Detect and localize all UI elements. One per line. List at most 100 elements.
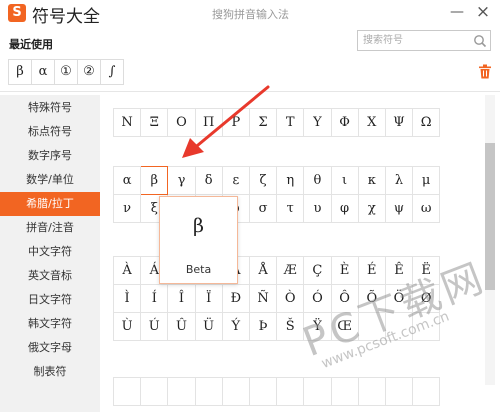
symbol-cell[interactable]: Ò (276, 284, 305, 313)
symbol-cell[interactable]: Τ (276, 108, 305, 137)
symbol-cell[interactable]: Ñ (248, 284, 278, 313)
symbol-cell[interactable] (221, 377, 250, 406)
symbol-cell[interactable]: ε (221, 166, 250, 195)
symbol-cell[interactable]: μ (412, 166, 441, 195)
symbol-preview-popup: β Beta (159, 196, 238, 284)
symbol-cell[interactable]: Ο (167, 108, 196, 137)
symbol-cell[interactable]: θ (303, 166, 332, 195)
symbol-cell[interactable]: Ω (412, 108, 441, 137)
symbol-cell[interactable]: Ψ (384, 108, 414, 137)
symbol-cell[interactable]: Π (194, 108, 223, 137)
symbol-cell[interactable] (194, 377, 223, 406)
minimize-button[interactable]: — (448, 3, 466, 21)
recent-symbol[interactable]: ① (54, 59, 78, 85)
symbol-cell[interactable]: γ (167, 166, 196, 195)
symbol-cell[interactable]: Σ (248, 108, 278, 137)
sidebar-item-box-drawing[interactable]: 制表符 (0, 360, 100, 384)
recent-symbol[interactable]: α (31, 59, 55, 85)
close-button[interactable]: × (474, 3, 492, 21)
symbol-cell[interactable]: ι (330, 166, 359, 195)
symbol-cell[interactable]: υ (303, 194, 332, 223)
symbol-cell[interactable] (112, 377, 142, 406)
trash-icon[interactable] (478, 64, 492, 79)
symbol-cell[interactable]: κ (357, 166, 386, 195)
symbol-cell[interactable]: Ü (194, 312, 223, 341)
symbol-cell[interactable]: Þ (248, 312, 278, 341)
symbol-cell[interactable]: Ú (140, 312, 169, 341)
latin-grid-next (112, 377, 441, 406)
symbol-cell[interactable]: Í (140, 284, 169, 313)
symbol-cell[interactable]: τ (276, 194, 305, 223)
preview-symbol: β (193, 215, 204, 237)
symbol-cell[interactable]: Ð (221, 284, 250, 313)
symbol-cell[interactable]: δ (194, 166, 223, 195)
search-icon[interactable] (473, 34, 487, 48)
symbol-cell[interactable]: Ç (303, 256, 332, 285)
symbol-cell[interactable]: ζ (248, 166, 278, 195)
ime-name: 搜狗拼音输入法 (212, 8, 289, 21)
symbol-cell[interactable] (384, 377, 414, 406)
symbol-cell[interactable]: Ì (112, 284, 142, 313)
sidebar-item-korean[interactable]: 韩文字符 (0, 312, 100, 336)
symbol-cell-selected[interactable]: β (140, 166, 169, 195)
symbol-cell[interactable] (140, 377, 169, 406)
app-title: 符号大全 (32, 7, 100, 27)
greek-upper-grid: Ν Ξ Ο Π Ρ Σ Τ Υ Φ Χ Ψ Ω (112, 108, 441, 137)
recent-symbol[interactable]: ∫ (100, 59, 124, 85)
symbol-cell[interactable]: χ (357, 194, 386, 223)
sogou-logo-icon: S (8, 4, 26, 22)
symbol-panel: Ν Ξ Ο Π Ρ Σ Τ Υ Φ Χ Ψ Ω α β γ δ ε ζ η θ … (100, 95, 485, 412)
symbol-cell[interactable]: ω (412, 194, 441, 223)
symbol-cell[interactable]: λ (384, 166, 414, 195)
symbol-cell[interactable]: α (112, 166, 142, 195)
recent-label: 最近使用 (9, 38, 53, 51)
search-input[interactable] (363, 33, 463, 48)
symbol-cell[interactable]: Ν (112, 108, 142, 137)
scrollbar-thumb[interactable] (485, 143, 495, 290)
symbol-cell[interactable]: Ý (221, 312, 250, 341)
sidebar-item-russian[interactable]: 俄文字母 (0, 336, 100, 360)
sidebar-item-pinyin[interactable]: 拼音/注音 (0, 216, 100, 240)
symbol-cell[interactable] (248, 377, 278, 406)
sidebar-item-greek-latin[interactable]: 希腊/拉丁 (0, 192, 100, 216)
symbol-cell[interactable] (330, 377, 359, 406)
symbol-cell[interactable]: Χ (357, 108, 386, 137)
symbol-cell[interactable] (303, 377, 332, 406)
title-bar: S 符号大全 搜狗拼音输入法 — × (0, 0, 500, 27)
symbol-cell[interactable]: È (330, 256, 359, 285)
recent-symbols: β α ① ② ∫ (8, 59, 124, 85)
symbol-cell[interactable]: σ (248, 194, 278, 223)
symbol-cell[interactable]: φ (330, 194, 359, 223)
symbol-cell[interactable]: Î (167, 284, 196, 313)
symbol-cell[interactable]: Û (167, 312, 196, 341)
symbol-cell[interactable]: Ξ (140, 108, 169, 137)
category-sidebar: 特殊符号 标点符号 数字序号 数学/单位 希腊/拉丁 拼音/注音 中文字符 英文… (0, 95, 100, 412)
symbol-cell[interactable]: Ρ (221, 108, 250, 137)
symbol-cell[interactable]: Æ (276, 256, 305, 285)
symbol-cell[interactable]: Φ (330, 108, 359, 137)
recent-symbol[interactable]: β (8, 59, 32, 85)
symbol-cell[interactable] (412, 377, 441, 406)
symbol-cell[interactable]: ν (112, 194, 142, 223)
symbol-cell[interactable] (167, 377, 196, 406)
sidebar-item-numbers[interactable]: 数字序号 (0, 144, 100, 168)
recent-symbol[interactable]: ② (77, 59, 101, 85)
symbol-cell[interactable] (357, 377, 386, 406)
symbol-cell[interactable]: À (112, 256, 142, 285)
symbol-cell[interactable]: Å (248, 256, 278, 285)
symbol-cell[interactable]: Ù (112, 312, 142, 341)
symbol-cell[interactable]: Υ (303, 108, 332, 137)
sidebar-item-special[interactable]: 特殊符号 (0, 96, 100, 120)
sidebar-item-math[interactable]: 数学/单位 (0, 168, 100, 192)
sidebar-item-japanese[interactable]: 日文字符 (0, 288, 100, 312)
sidebar-item-punctuation[interactable]: 标点符号 (0, 120, 100, 144)
symbol-cell[interactable] (276, 377, 305, 406)
symbol-cell[interactable]: η (276, 166, 305, 195)
symbol-cell[interactable]: ψ (384, 194, 414, 223)
symbol-cell[interactable]: Ï (194, 284, 223, 313)
divider (0, 91, 500, 92)
search-box[interactable] (357, 30, 491, 51)
preview-symbol-name: Beta (185, 263, 212, 276)
sidebar-item-chinese[interactable]: 中文字符 (0, 240, 100, 264)
sidebar-item-phonetic[interactable]: 英文音标 (0, 264, 100, 288)
